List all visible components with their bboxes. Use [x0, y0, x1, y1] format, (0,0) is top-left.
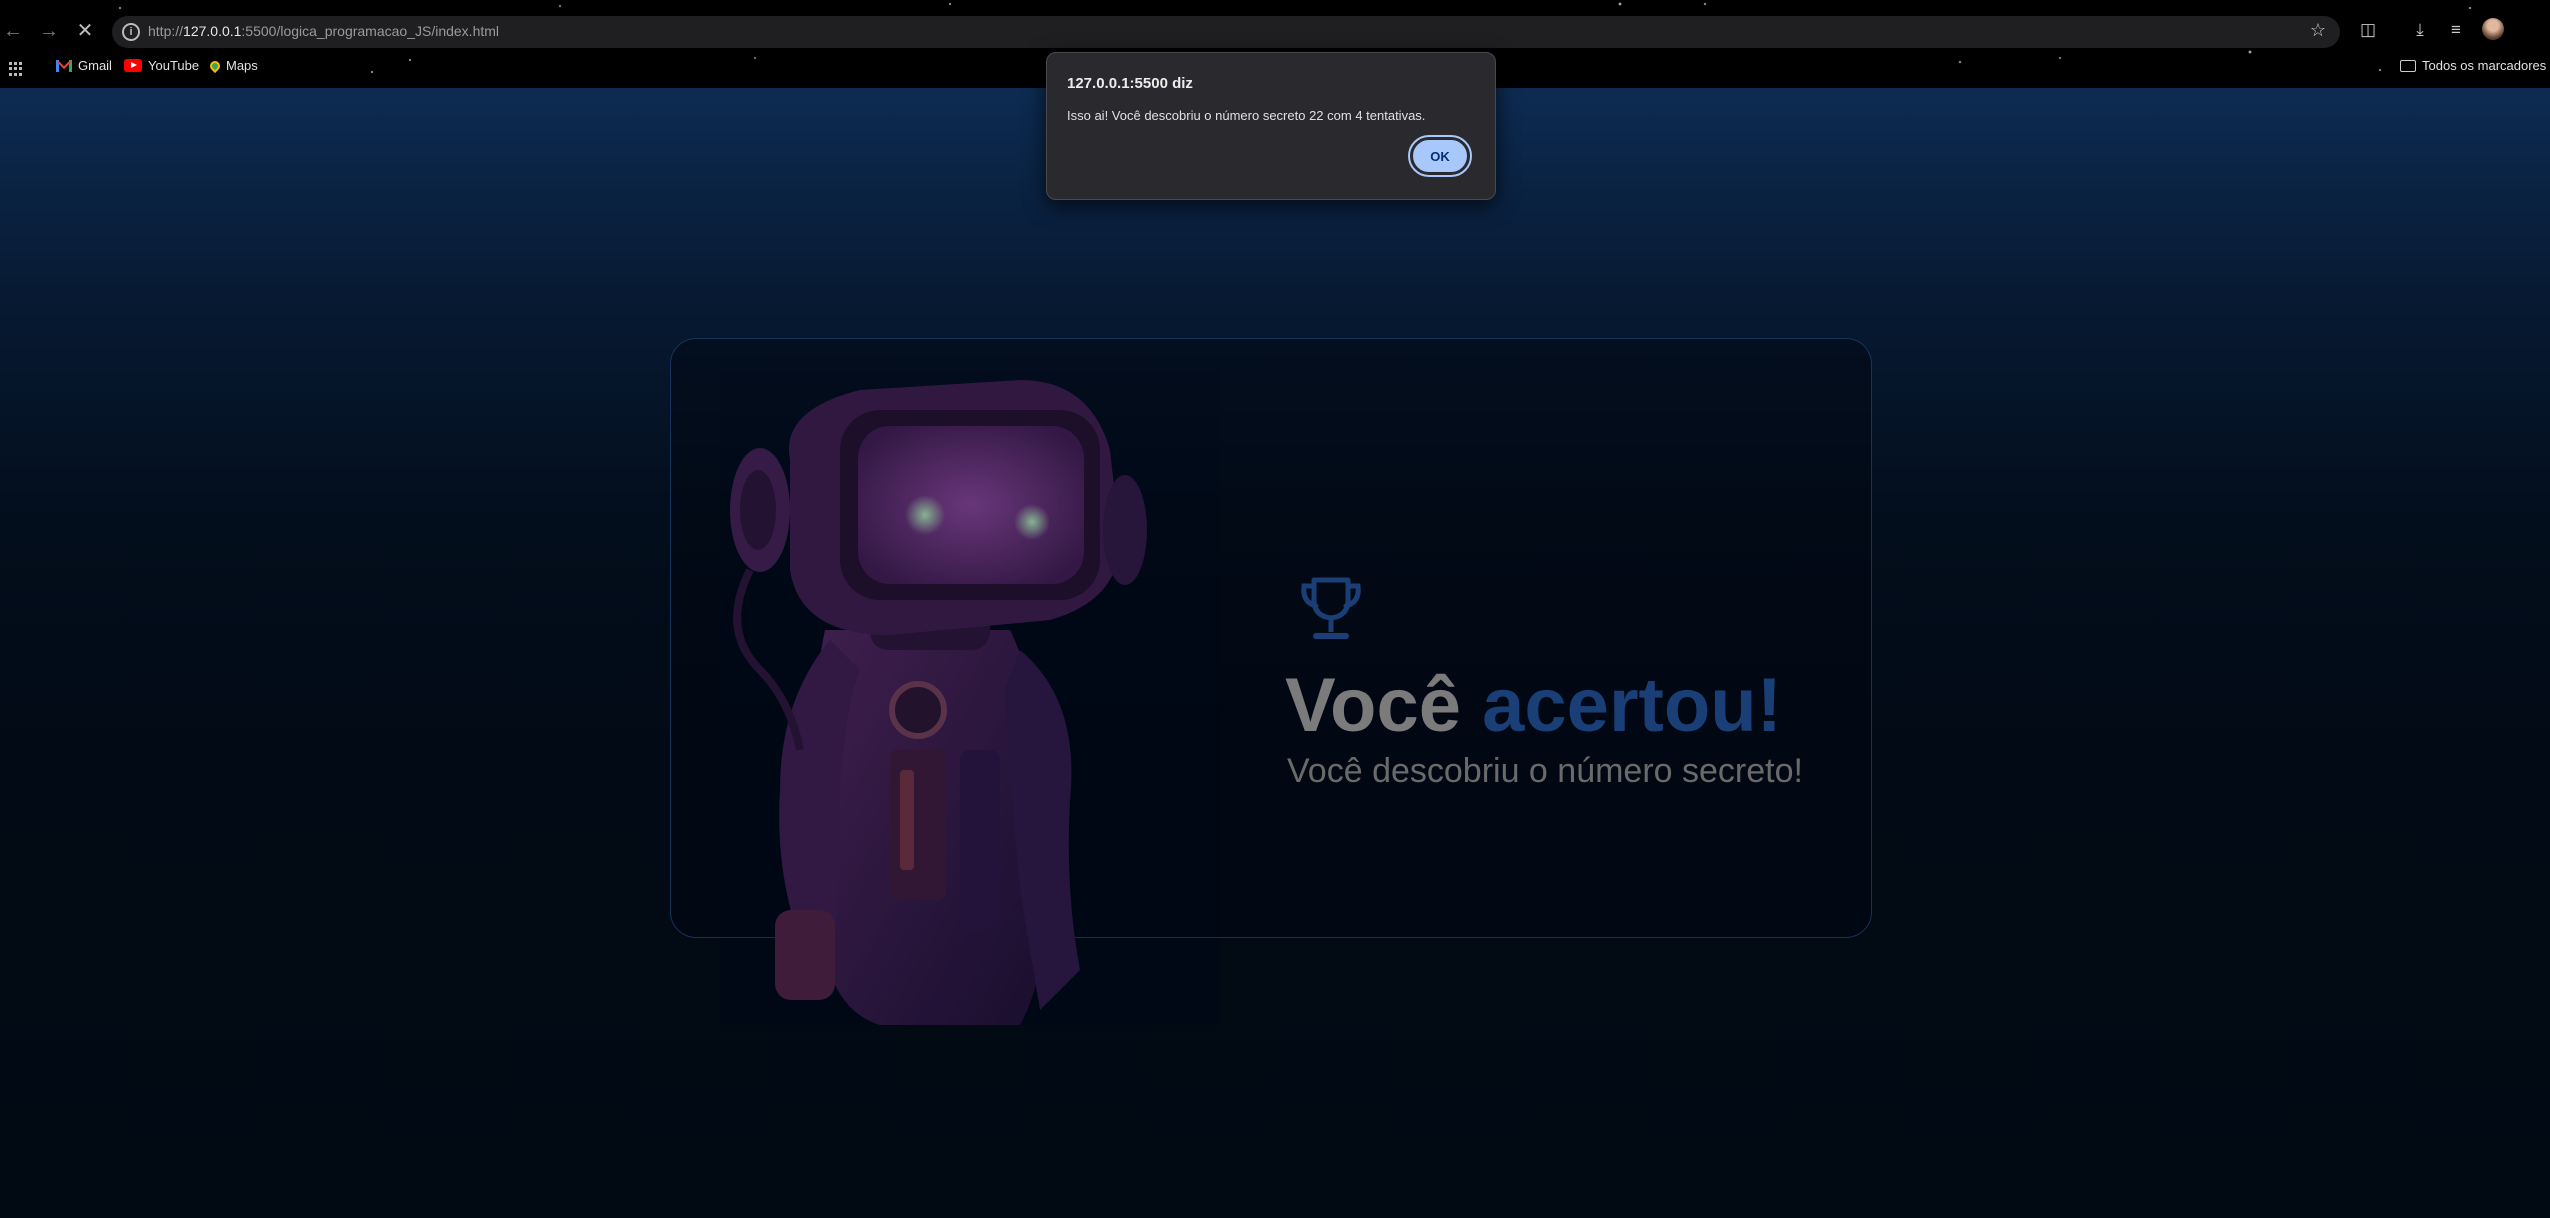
- maps-icon: [207, 58, 223, 73]
- page-subtitle: Você descobriu o número secreto!: [1287, 752, 1803, 790]
- all-bookmarks-button[interactable]: Todos os marcadores: [2400, 58, 2546, 73]
- all-bookmarks-label: Todos os marcadores: [2422, 58, 2547, 73]
- bookmark-label: YouTube: [148, 58, 200, 73]
- youtube-icon: [124, 59, 142, 72]
- apps-grid-icon[interactable]: [9, 62, 23, 76]
- forward-icon[interactable]: →: [36, 18, 62, 44]
- site-info-icon[interactable]: i: [122, 23, 140, 41]
- page-title: Você acertou!: [1285, 662, 1782, 749]
- url-prefix: http://: [148, 23, 184, 39]
- alert-title: 127.0.0.1:5500 diz: [1067, 75, 1193, 92]
- bookmark-maps[interactable]: Maps: [207, 58, 258, 73]
- stop-loading-icon[interactable]: ✕: [72, 18, 98, 44]
- trophy-icon: [1301, 577, 1361, 639]
- profile-avatar[interactable]: [2482, 18, 2504, 40]
- title-part-voce: Você: [1285, 663, 1462, 748]
- title-part-acertou: acertou!: [1482, 663, 1782, 748]
- folder-icon: [2400, 59, 2416, 72]
- bookmark-label: Gmail: [78, 58, 112, 73]
- gmail-icon: [56, 59, 72, 72]
- bookmark-youtube[interactable]: YouTube: [124, 58, 199, 73]
- bookmark-gmail[interactable]: Gmail: [56, 58, 112, 73]
- bookmark-label: Maps: [226, 58, 258, 73]
- url-path: :5500/logica_programacao_JS/index.html: [241, 23, 500, 39]
- url-text[interactable]: http://127.0.0.1:5500/logica_programacao…: [148, 23, 499, 39]
- bookmark-star-icon[interactable]: ☆: [2310, 20, 2326, 41]
- address-bar[interactable]: i http://127.0.0.1:5500/logica_programac…: [112, 16, 2340, 48]
- extensions-icon[interactable]: ◫: [2356, 18, 2380, 42]
- ok-button[interactable]: OK: [1408, 135, 1472, 177]
- robot-astronaut-image: [720, 370, 1220, 1025]
- url-host: 127.0.0.1: [183, 23, 242, 39]
- back-icon[interactable]: ←: [0, 18, 26, 44]
- download-icon[interactable]: ⤓: [2408, 18, 2432, 42]
- media-controls-icon[interactable]: ≡: [2444, 18, 2468, 42]
- alert-message: Isso ai! Você descobriu o número secreto…: [1067, 108, 1426, 123]
- alert-dialog: 127.0.0.1:5500 diz Isso ai! Você descobr…: [1046, 52, 1496, 200]
